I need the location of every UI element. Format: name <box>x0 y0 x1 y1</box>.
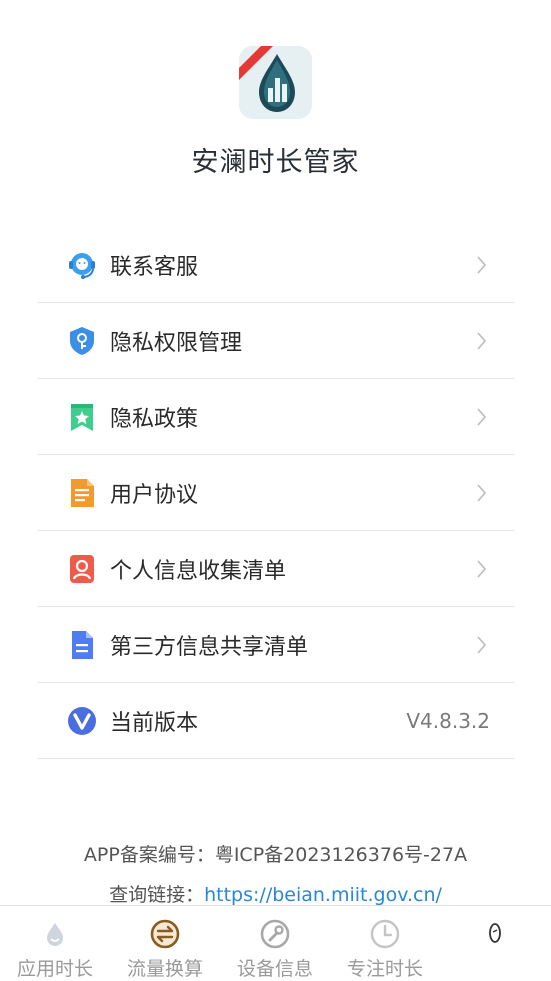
tab-label: 设备信息 <box>236 958 313 980</box>
menu-item-privacy-permissions[interactable]: 隐私权限管理 <box>38 303 514 379</box>
menu-item-privacy-policy[interactable]: 隐私政策 <box>38 379 514 455</box>
menu-label: 当前版本 <box>110 710 199 736</box>
tab-focus-duration[interactable]: 专注时长 <box>330 906 440 980</box>
menu-label: 联系客服 <box>110 255 199 280</box>
menu-item-current-version: 当前版本 V4.8.3.2 <box>38 683 514 759</box>
chevron-right-icon <box>476 331 487 351</box>
zero-icon <box>479 918 511 950</box>
file-list-icon <box>66 629 98 661</box>
icp-record-number: 粤ICP备2023126376号-27A <box>214 844 468 866</box>
app-name: 安澜时长管家 <box>191 147 360 178</box>
tab-label: 专注时长 <box>346 958 423 980</box>
icp-record: APP备案编号：粤ICP备2023126376号-27A <box>0 840 551 867</box>
menu-item-third-party-sharing-list[interactable]: 第三方信息共享清单 <box>38 607 514 683</box>
tab-device-info[interactable]: 设备信息 <box>220 906 330 980</box>
wrench-icon <box>259 918 291 950</box>
shield-key-icon <box>66 325 98 357</box>
app-logo <box>239 46 312 119</box>
menu-item-contact-support[interactable]: 联系客服 <box>38 228 514 303</box>
bottom-tab-bar: 应用时长 流量换算 设备信息 专注时长 <box>0 905 551 980</box>
tab-traffic-conversion[interactable]: 流量换算 <box>110 906 220 980</box>
version-v-icon <box>66 705 98 737</box>
chevron-right-icon <box>476 407 487 427</box>
settings-menu: 联系客服 隐私权限管理 隐私政策 用户协议 个人信息收集清单 第三方信息共享清单… <box>38 228 514 759</box>
menu-item-personal-info-list[interactable]: 个人信息收集清单 <box>38 531 514 607</box>
tab-app-usage[interactable]: 应用时长 <box>0 906 110 980</box>
person-card-icon <box>66 553 98 585</box>
beian-query-link[interactable]: https://beian.miit.gov.cn/ <box>204 884 442 906</box>
menu-label: 隐私权限管理 <box>110 330 243 356</box>
tab-extra[interactable] <box>440 906 550 980</box>
menu-label: 隐私政策 <box>110 406 199 432</box>
version-number: V4.8.3.2 <box>406 708 490 733</box>
menu-item-user-agreement[interactable]: 用户协议 <box>38 455 514 531</box>
chevron-right-icon <box>476 255 487 275</box>
menu-label: 第三方信息共享清单 <box>110 634 309 660</box>
document-icon <box>66 477 98 509</box>
chevron-right-icon <box>476 635 487 655</box>
query-link-label: 查询链接： <box>109 884 205 906</box>
tab-label: 应用时长 <box>16 958 93 980</box>
icp-record-label: APP备案编号： <box>83 844 215 866</box>
clock-icon <box>369 918 401 950</box>
bookmark-star-icon <box>66 401 98 433</box>
exchange-arrows-icon <box>149 918 181 950</box>
query-link-row: 查询链接：https://beian.miit.gov.cn/ <box>0 880 551 907</box>
chevron-right-icon <box>476 483 487 503</box>
menu-label: 用户协议 <box>110 482 199 508</box>
menu-label: 个人信息收集清单 <box>110 558 287 584</box>
water-drop-icon <box>39 918 71 950</box>
tab-label: 流量换算 <box>126 958 203 980</box>
chevron-right-icon <box>476 559 487 579</box>
headset-support-icon <box>66 249 98 281</box>
